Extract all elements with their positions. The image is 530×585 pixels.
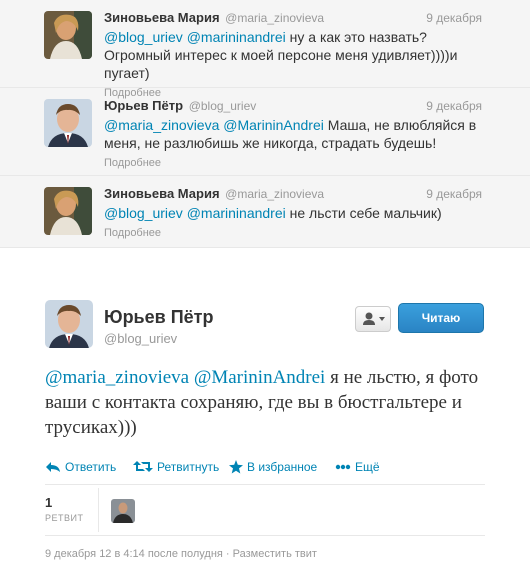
tweet-fullname[interactable]: Юрьев Пётр [104,98,183,113]
tweet-username[interactable]: @maria_zinovieva [225,11,324,25]
star-icon [229,459,243,474]
retweet-stats[interactable]: 1 РЕТВИТ [45,495,83,523]
reply-action[interactable]: Ответить [45,458,116,475]
retweet-action[interactable]: Ретвитнуть [133,458,219,475]
divider [45,535,485,536]
retweeter-avatar[interactable] [111,499,135,523]
more-dots-icon [335,464,351,470]
tweet-body: не льсти себе мальчик) [289,205,442,221]
retweet-label: Ретвитнуть [157,459,220,474]
conversation: Зиновьева Мария @maria_zinovieva 9 декаб… [0,0,530,248]
mention-link[interactable]: @marininandrei [187,205,286,221]
tweet-text: @blog_uriev @marininandrei не льсти себе… [104,204,482,222]
conversation-tweet[interactable]: Юрьев Пётр @blog_uriev 9 декабря @maria_… [0,88,530,176]
mention-link[interactable]: @marininandrei [187,29,286,45]
tweet-timestamp[interactable]: 9 декабря 12 в 4:14 после полудня [45,548,223,560]
retweet-icon [133,461,153,473]
mention-link[interactable]: @maria_zinovieva [45,367,189,388]
tweet-footer: 9 декабря 12 в 4:14 после полудня · Разм… [45,548,317,560]
stats-separator [98,488,99,532]
tweet-username[interactable]: @maria_zinovieva [225,187,324,201]
caret-down-icon [379,317,385,321]
main-tweet-text: @maria_zinovieva @MarininAndrei я не льс… [45,365,485,440]
mention-link[interactable]: @maria_zinovieva [104,117,219,133]
mention-link[interactable]: @MarininAndrei [223,117,324,133]
favorite-action[interactable]: В избранное [229,458,317,475]
tweet-text: @maria_zinovieva @MarininAndrei Маша, не… [104,116,482,152]
retweet-count: 1 [45,495,53,510]
more-label: Ещё [355,459,380,474]
tweet-time[interactable]: 9 декабря [426,98,482,114]
following-button[interactable]: Читаю [398,303,484,333]
mention-link[interactable]: @MarininAndrei [194,367,325,388]
divider [45,484,485,485]
tweet-fullname[interactable]: Зиновьева Мария [104,186,220,201]
expand-link[interactable]: Подробнее [104,156,482,170]
conversation-tweet[interactable]: Зиновьева Мария @maria_zinovieva 9 декаб… [0,0,530,99]
mention-link[interactable]: @blog_uriev [104,205,183,221]
tweet-time[interactable]: 9 декабря [426,186,482,202]
retweet-count-label: РЕТВИТ [45,513,84,523]
user-actions-dropdown[interactable] [355,306,391,332]
footer-separator: · [225,548,230,560]
tweet-time[interactable]: 9 декабря [426,10,482,26]
author-username[interactable]: @blog_uriev [104,331,177,346]
mention-link[interactable]: @blog_uriev [104,29,183,45]
expand-link[interactable]: Подробнее [104,226,482,240]
avatar[interactable] [44,187,92,235]
reply-label: Ответить [65,459,117,474]
embed-tweet-link[interactable]: Разместить твит [233,548,317,560]
favorite-label: В избранное [247,459,318,474]
avatar[interactable] [44,99,92,147]
author-avatar[interactable] [45,300,93,348]
reply-arrow-icon [46,461,60,472]
tweet-username[interactable]: @blog_uriev [189,99,257,113]
more-action[interactable]: Ещё [335,458,380,475]
tweet-fullname[interactable]: Зиновьева Мария [104,10,220,25]
author-fullname[interactable]: Юрьев Пётр [104,307,213,328]
conversation-tweet[interactable]: Зиновьева Мария @maria_zinovieva 9 декаб… [0,176,530,248]
tweet-text: @blog_uriev @marininandrei ну а как это … [104,28,482,82]
person-icon [363,312,385,325]
avatar[interactable] [44,11,92,59]
